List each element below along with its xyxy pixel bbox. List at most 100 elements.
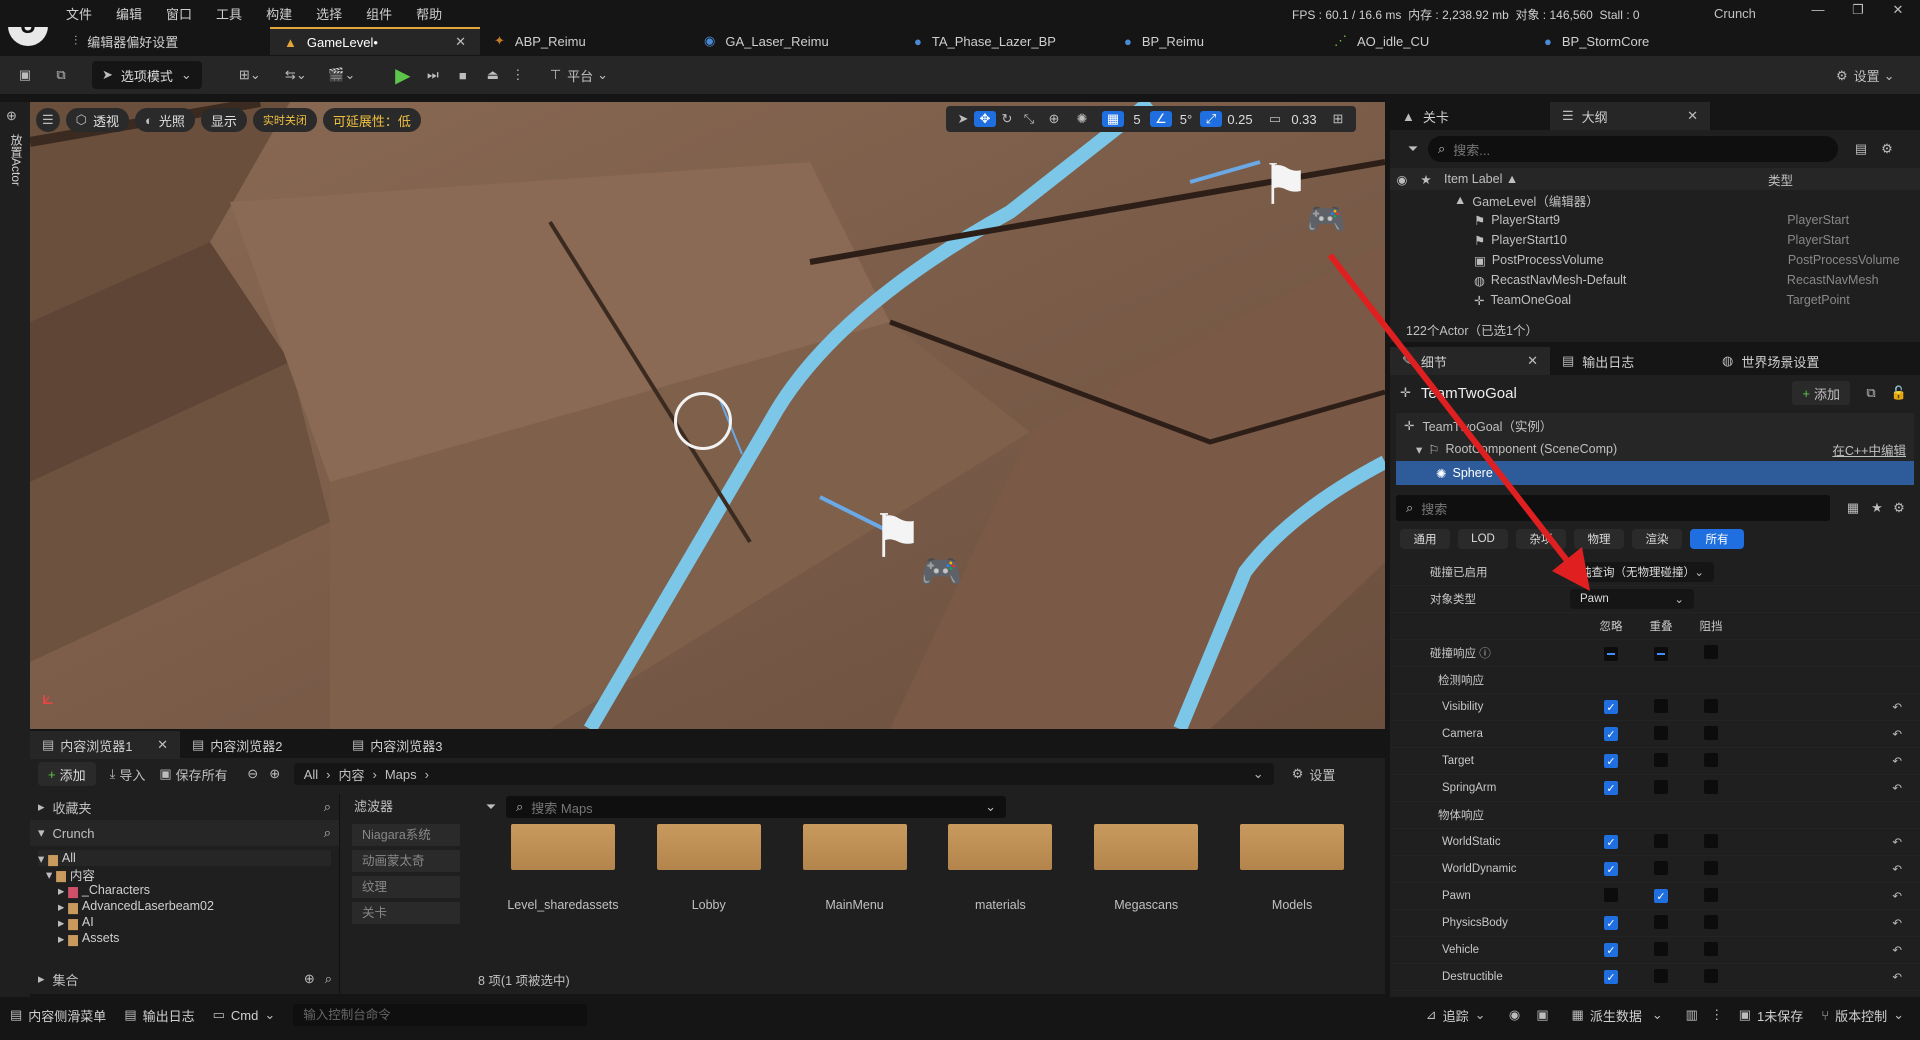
back-icon[interactable]: ⊖ [242,766,264,782]
angle-snap-value[interactable]: 5° [1172,112,1200,127]
play-icon[interactable]: ▶ [390,63,416,88]
tab-content-browser-2[interactable]: ▤ 内容浏览器2 [180,731,340,759]
bars-icon[interactable]: ▥ [1681,1007,1703,1023]
perspective-button[interactable]: ⬡ 透视 [65,108,130,132]
block-checkbox[interactable] [1704,968,1718,983]
visibility-icon[interactable]: ◉ [1390,172,1414,187]
favorites-header[interactable]: ▸ 收藏夹 ⌕ [30,794,339,820]
target-point-icon[interactable] [674,392,732,450]
realtime-off-badge[interactable]: 实时关闭 [252,108,317,132]
overlap-checkbox[interactable] [1654,698,1668,713]
overlap-checkbox[interactable] [1654,941,1668,956]
ignore-all-checkbox[interactable] [1604,646,1618,661]
tab-abp-reimu[interactable]: ✦ ABP_Reimu [480,27,690,55]
folder-tile[interactable]: Level_sharedassets [490,824,636,912]
tab-bp-reimu[interactable]: ● BP_Reimu [1110,27,1320,55]
table-view-icon[interactable]: ▦ [1840,500,1866,516]
block-checkbox[interactable] [1704,914,1718,929]
ignore-checkbox[interactable]: ✓ [1604,754,1618,768]
menu-component[interactable]: 组件 [366,4,392,23]
reset-icon[interactable]: ↶ [1892,970,1902,984]
filter-niagara[interactable]: Niagara系统 [352,824,460,846]
filter-montage[interactable]: 动画蒙太奇 [352,850,460,872]
block-checkbox[interactable] [1704,887,1718,902]
overlap-checkbox[interactable] [1654,833,1668,848]
search-icon[interactable]: ⌕ [324,799,331,815]
filter-level[interactable]: 关卡 [352,902,460,924]
close-tab-icon[interactable]: ✕ [157,737,168,753]
edit-in-cpp-link[interactable]: 在C++中编辑 [1832,440,1906,459]
save-all-button[interactable]: ▣ 保存所有 [159,765,227,784]
tab-levels[interactable]: ▲ 关卡 [1390,102,1550,130]
search-icon[interactable]: ⌕ [324,825,331,841]
restore-icon[interactable]: ❐ [1848,2,1868,18]
reset-icon[interactable]: ↶ [1892,700,1902,714]
output-log-button[interactable]: ▤ 输出日志 [124,1006,194,1025]
type-column-header[interactable]: 类型 [1768,170,1793,189]
viewport-menu-button[interactable]: ☰ [36,108,60,132]
menu-build[interactable]: 构建 [266,4,292,23]
filter-all[interactable]: 所有 [1690,529,1744,549]
breadcrumb-content[interactable]: 内容 [338,765,364,784]
ignore-checkbox[interactable]: ✓ [1604,970,1618,984]
platform-button[interactable]: ⊤ 平台 ⌄ [550,66,608,85]
reset-icon[interactable]: ↶ [1892,862,1902,876]
ignore-checkbox[interactable]: ✓ [1604,835,1618,849]
rotate-icon[interactable]: ↻ [996,111,1018,127]
ignore-checkbox[interactable]: ✓ [1604,943,1618,957]
eject-icon[interactable]: ⏏ [480,67,506,83]
scale-snap-value[interactable]: 0.25 [1222,112,1258,127]
label-column-header[interactable]: Item Label ▲ [1438,172,1768,186]
folder-tile[interactable]: Megascans [1073,824,1219,912]
filter-rendering[interactable]: 渲染 [1632,529,1682,549]
camera-speed-icon[interactable]: ▭ [1264,111,1286,127]
overlap-checkbox[interactable] [1654,779,1668,794]
close-tab-icon[interactable]: ✕ [455,34,466,50]
show-button[interactable]: 显示 [200,108,247,132]
add-button[interactable]: + 添加 [38,762,96,786]
gear-icon[interactable]: ⚙ [1874,141,1900,157]
forward-icon[interactable]: ⊕ [264,766,286,782]
place-actor-icon[interactable]: ⊕ [6,108,17,124]
tab-gamelevel[interactable]: ▲ GameLevel• ✕ [270,27,480,55]
outliner-search-input[interactable]: ⌕ 搜索... [1428,136,1838,162]
filter-texture[interactable]: 纹理 [352,876,460,898]
tab-editor-prefs[interactable]: ⫶ 编辑器偏好设置 [60,27,270,55]
tree-item-characters[interactable]: ▸ ▆ _Characters [38,882,331,898]
overlap-checkbox[interactable] [1654,725,1668,740]
list-item[interactable]: ⚑ PlayerStart9 PlayerStart [1390,210,1920,230]
browse-icon[interactable]: ⧉ [50,67,72,83]
tab-ta-phase[interactable]: ● TA_Phase_Lazer_BP [900,27,1110,55]
gear-icon[interactable]: ⚙ [1888,500,1910,516]
overlap-all-checkbox[interactable] [1654,646,1668,661]
tree-item-content[interactable]: ▾ ▆ 内容 [38,866,331,883]
cmd-dropdown[interactable]: ▭ Cmd ⌄ [213,1007,276,1023]
tab-ga-laser[interactable]: ◉ GA_Laser_Reimu [690,27,900,55]
menu-help[interactable]: 帮助 [416,4,442,23]
breadcrumb-all[interactable]: All [304,767,318,782]
record-icon[interactable]: ◉ [1504,1007,1526,1023]
ignore-checkbox[interactable]: ✓ [1604,700,1618,714]
more-options-icon[interactable]: ⋮ [1709,1007,1725,1023]
reset-icon[interactable]: ↶ [1892,943,1902,957]
surface-snap-icon[interactable]: ✺ [1068,111,1096,127]
folder-tile[interactable]: materials [927,824,1073,912]
block-checkbox[interactable] [1704,698,1718,713]
reset-icon[interactable]: ↶ [1892,916,1902,930]
world-space-icon[interactable]: ⊕ [1040,111,1068,127]
scalability-badge[interactable]: 可延展性：低 [322,108,421,132]
step-icon[interactable]: ⏭ [420,67,446,83]
content-drawer-button[interactable]: ▤ 内容侧滑菜单 [10,1006,106,1025]
player-start-flag-icon[interactable]: ⚑ [1260,152,1310,218]
block-checkbox[interactable] [1704,752,1718,767]
asset-search-input[interactable]: ⌕ 搜索 Maps ⌄ [506,796,1006,818]
grid-snap-value[interactable]: 5 [1124,112,1150,127]
reset-icon[interactable]: ↶ [1892,889,1902,903]
overlap-checkbox[interactable] [1654,968,1668,983]
filter-icon[interactable]: ⏷ [1398,141,1428,157]
level-viewport[interactable]: ⚑ 🎮 ⚑ 🎮 ☰ ⬡ 透视 ◐ 光照 显示 实时关闭 可延展性：低 ➤ ✥ ↻ ⤡… [30,102,1385,729]
cinematics-icon[interactable]: 🎬⌄ [324,67,360,83]
reset-icon[interactable]: ↶ [1892,754,1902,768]
folder-tile[interactable]: Lobby [636,824,782,912]
tree-item-laserbeam[interactable]: ▸ ▆ AdvancedLaserbeam02 [38,898,331,914]
